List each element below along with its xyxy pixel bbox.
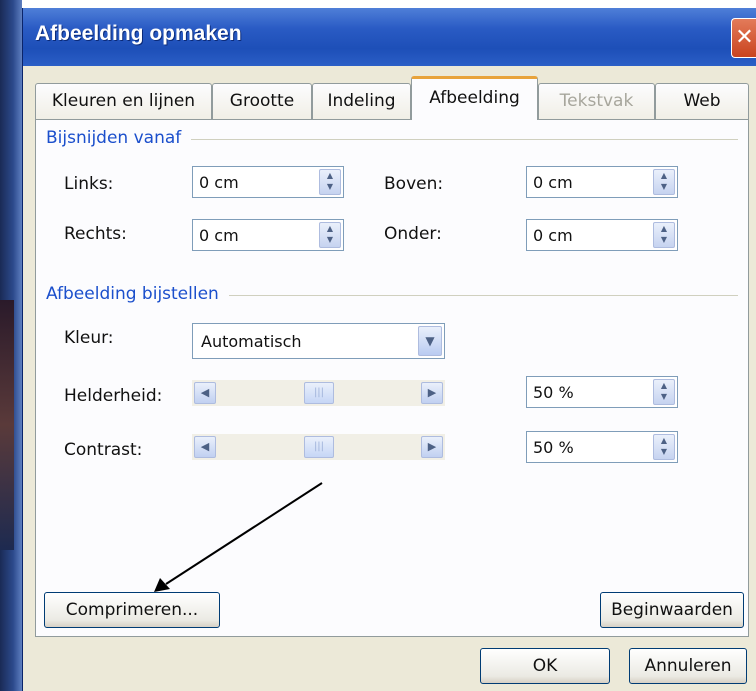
tab-indeling[interactable]: Indeling bbox=[312, 83, 411, 119]
crop-bottom-value: 0 cm bbox=[533, 226, 573, 245]
color-label: Kleur: bbox=[64, 328, 114, 348]
brightness-value: 50 % bbox=[533, 383, 574, 402]
contrast-field[interactable]: 50 % ▲ ▼ bbox=[526, 431, 678, 463]
spin-up-down-icon[interactable]: ▲ ▼ bbox=[653, 222, 675, 248]
arrow-right-icon[interactable]: ▶ bbox=[421, 436, 443, 458]
format-picture-dialog: Afbeelding opmaken ✕ Kleuren en lijnen G… bbox=[22, 8, 756, 691]
tab-kleuren-en-lijnen[interactable]: Kleuren en lijnen bbox=[35, 83, 212, 119]
brightness-field[interactable]: 50 % ▲ ▼ bbox=[526, 376, 678, 408]
crop-group-title: Bijsnijden vanaf bbox=[46, 128, 192, 148]
bottom-label: Onder: bbox=[384, 224, 442, 244]
contrast-slider[interactable]: ◀ ||| ▶ bbox=[192, 434, 445, 460]
crop-right-value: 0 cm bbox=[199, 226, 239, 245]
arrow-left-icon[interactable]: ◀ bbox=[194, 436, 216, 458]
crop-top-field[interactable]: 0 cm ▲ ▼ bbox=[526, 166, 678, 198]
window-title: Afbeelding opmaken bbox=[35, 22, 242, 45]
tab-afbeelding[interactable]: Afbeelding bbox=[411, 76, 538, 120]
close-icon[interactable]: ✕ bbox=[731, 18, 756, 58]
brightness-slider[interactable]: ◀ ||| ▶ bbox=[192, 380, 445, 406]
adjust-group-title: Afbeelding bijstellen bbox=[46, 284, 229, 304]
tab-grootte[interactable]: Grootte bbox=[212, 83, 312, 119]
color-select-value: Automatisch bbox=[201, 332, 302, 351]
chevron-down-icon[interactable]: ▼ bbox=[418, 326, 442, 356]
tab-web[interactable]: Web bbox=[655, 83, 749, 119]
brightness-label: Helderheid: bbox=[64, 386, 163, 406]
left-label: Links: bbox=[64, 174, 114, 194]
spin-up-down-icon[interactable]: ▲ ▼ bbox=[653, 434, 675, 460]
background-image-fragment bbox=[0, 300, 14, 550]
contrast-label: Contrast: bbox=[64, 440, 143, 460]
title-bar: Afbeelding opmaken ✕ bbox=[23, 8, 756, 66]
brightness-slider-thumb[interactable]: ||| bbox=[304, 382, 334, 404]
arrow-left-icon[interactable]: ◀ bbox=[194, 382, 216, 404]
color-select[interactable]: Automatisch ▼ bbox=[192, 323, 445, 359]
arrow-right-icon[interactable]: ▶ bbox=[421, 382, 443, 404]
afbeelding-tab-panel: Bijsnijden vanaf Links: 0 cm ▲ ▼ Boven: 0… bbox=[35, 119, 749, 637]
crop-left-field[interactable]: 0 cm ▲ ▼ bbox=[192, 166, 344, 198]
spin-up-down-icon[interactable]: ▲ ▼ bbox=[319, 222, 341, 248]
contrast-value: 50 % bbox=[533, 438, 574, 457]
crop-bottom-field[interactable]: 0 cm ▲ ▼ bbox=[526, 219, 678, 251]
tab-tekstvak: Tekstvak bbox=[538, 83, 655, 119]
reset-button[interactable]: Beginwaarden bbox=[600, 592, 744, 628]
compress-button[interactable]: Comprimeren... bbox=[44, 592, 220, 628]
spin-up-down-icon[interactable]: ▲ ▼ bbox=[653, 379, 675, 405]
spin-up-down-icon[interactable]: ▲ ▼ bbox=[653, 169, 675, 195]
crop-right-field[interactable]: 0 cm ▲ ▼ bbox=[192, 219, 344, 251]
top-label: Boven: bbox=[384, 174, 444, 194]
background-window-strip bbox=[0, 0, 22, 691]
right-label: Rechts: bbox=[64, 224, 127, 244]
crop-left-value: 0 cm bbox=[199, 173, 239, 192]
ok-button[interactable]: OK bbox=[480, 648, 610, 684]
contrast-slider-thumb[interactable]: ||| bbox=[304, 436, 334, 458]
crop-top-value: 0 cm bbox=[533, 173, 573, 192]
spin-up-down-icon[interactable]: ▲ ▼ bbox=[319, 169, 341, 195]
cancel-button[interactable]: Annuleren bbox=[629, 648, 747, 684]
